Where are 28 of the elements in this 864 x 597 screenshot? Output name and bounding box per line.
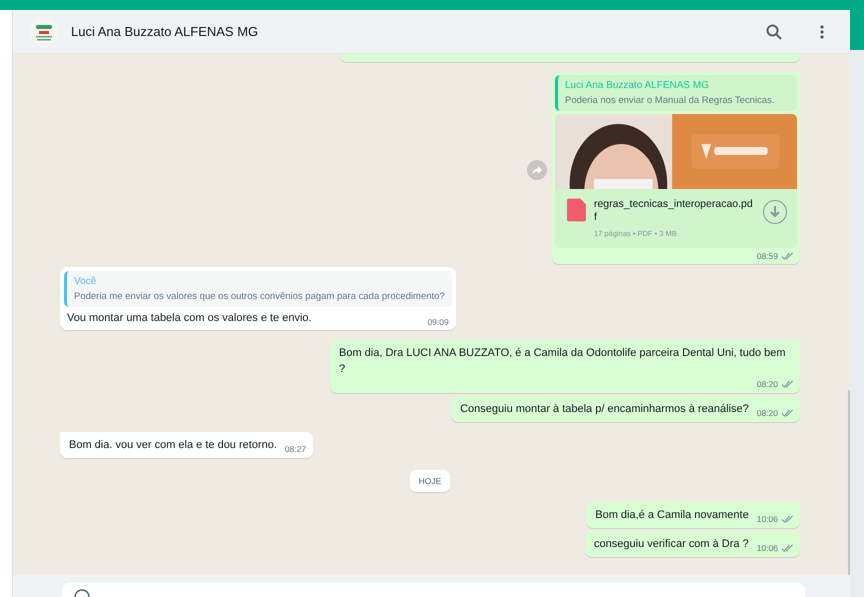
message-text: conseguiu verificar com à Dra ?	[594, 537, 749, 552]
message-time: 10:06	[756, 514, 778, 524]
quoted-message[interactable]: Luci Ana Buzzato ALFENAS MG Poderia nos enviar o Manual da Regras Tecnicas.	[555, 75, 797, 111]
message-time: 08:20	[756, 379, 778, 389]
message-text: Vou montar uma tabela com os valores e te envio.	[67, 311, 313, 326]
quote-text: Poderia me enviar os valores que os outros convênios pagam para cada procedimento?	[74, 291, 445, 302]
quoted-message[interactable]: Você Poderia me enviar os valores que os outros convênios pagam para cada procedimento?	[64, 271, 452, 307]
message-text: Bom dia. vou ver com ela e te dou retorno.	[69, 438, 277, 453]
date-chip: HOJE	[410, 470, 450, 492]
file-name: regras_tecnicas_interoperacao.pdf	[594, 198, 754, 224]
message-time: 08:20	[756, 408, 778, 418]
contact-name: Luci Ana Buzzato ALFENAS MG	[71, 24, 260, 39]
message-time: 09:09	[427, 317, 449, 327]
quote-text: Poderia nos enviar o Manual da Regras Tecnicas.	[565, 95, 776, 106]
message-time: 10:06	[756, 543, 778, 553]
message-text: Bom dia, Dra LUCI ANA BUZZATO, é a Camila da Odontolife parceira Dental Uni, tudo bem ?	[339, 346, 787, 377]
message-time: 08:59	[756, 251, 778, 261]
forward-icon	[531, 164, 543, 176]
download-icon	[770, 206, 780, 218]
message-text: Conseguiu montar à tabela p/ encaminharmos à reanálise?	[460, 402, 749, 417]
pdf-file-icon	[567, 198, 586, 222]
message-text: Bom dia,é a Camila novamente	[595, 508, 749, 523]
quote-author: Você	[74, 276, 98, 287]
quote-author: Luci Ana Buzzato ALFENAS MG	[565, 80, 710, 91]
message-time: 08:27	[284, 444, 306, 454]
download-button[interactable]	[763, 200, 787, 224]
search-icon	[766, 24, 782, 40]
menu-icon	[820, 24, 824, 38]
